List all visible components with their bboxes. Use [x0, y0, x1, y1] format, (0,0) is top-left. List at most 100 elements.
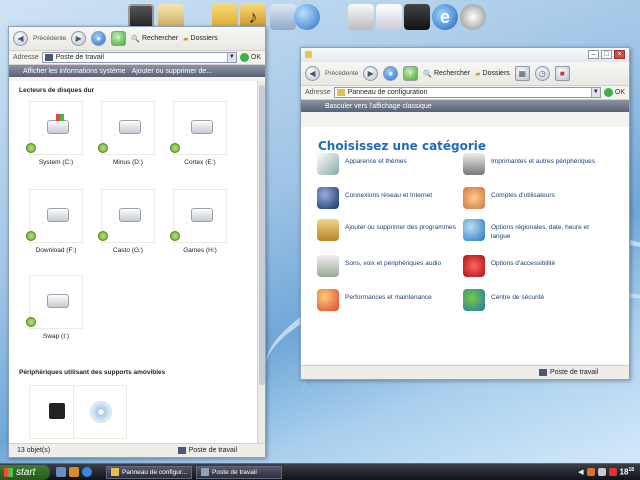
taskbar-control-panel[interactable]: Panneau de configur...	[106, 465, 192, 479]
hard-drive-icon	[47, 294, 69, 308]
globe-icon[interactable]	[294, 4, 320, 30]
folders-button[interactable]: ▰ Dossiers	[475, 70, 510, 78]
minimize-button[interactable]: –	[588, 50, 599, 59]
address-input[interactable]: Panneau de configuration ▼	[333, 87, 601, 98]
home-button[interactable]: ●	[383, 66, 399, 81]
go-button[interactable]: OK	[603, 88, 625, 97]
close-button[interactable]: ×	[614, 50, 625, 59]
status-location: Poste de travail	[177, 447, 237, 454]
object-count: 13 objet(s)	[17, 447, 51, 454]
back-button[interactable]: ◀	[305, 66, 320, 81]
views-button[interactable]: ▦	[514, 66, 530, 81]
removable-heading: Périphériques utilisant des supports amo…	[19, 369, 166, 376]
clock-icon[interactable]: ◷	[534, 66, 550, 81]
category-link[interactable]: Sons, voix et périphériques audio	[317, 255, 457, 277]
back-label: Précédente	[325, 70, 359, 77]
drive-tile[interactable]	[101, 189, 155, 243]
performance-icon	[317, 289, 339, 311]
tools-icon[interactable]	[270, 4, 296, 30]
play-icon[interactable]	[460, 4, 486, 30]
switch-view-bar: Basculer vers l'affichage classique	[301, 100, 629, 112]
address-bar: Adresse Poste de travail ▼ OK	[9, 51, 265, 65]
media-icon[interactable]	[69, 467, 79, 477]
dropdown-icon[interactable]: ▼	[226, 53, 236, 62]
network-icon[interactable]	[586, 468, 595, 476]
category-link[interactable]: Centre de sécurité	[463, 289, 603, 311]
tray-expand-icon[interactable]: ◀	[578, 468, 583, 476]
content-area: Lecteurs de disques dur System (C:) Minus…	[9, 81, 257, 443]
window-icon	[305, 51, 312, 58]
film-icon[interactable]	[404, 4, 430, 30]
up-button[interactable]: ↑	[111, 31, 127, 46]
clock[interactable]: 1818	[620, 467, 634, 477]
drive-tile[interactable]	[29, 101, 83, 155]
drive-tile[interactable]	[173, 189, 227, 243]
ie-icon[interactable]: e	[432, 4, 458, 30]
drive-tile[interactable]	[173, 101, 227, 155]
dropdown-icon[interactable]: ▼	[590, 88, 600, 97]
page-heading: Choisissez une catégorie	[318, 139, 487, 153]
category-link[interactable]: Options d'accessibilité	[463, 255, 603, 277]
show-desktop-icon[interactable]	[56, 467, 66, 477]
drive-label: System (C:)	[38, 159, 74, 166]
category-link[interactable]: Imprimantes et autres périphériques	[463, 153, 603, 175]
content-area: Choisissez une catégorie Apparence et th…	[301, 127, 629, 364]
taskbar: start Panneau de configur... Poste de tr…	[0, 463, 640, 480]
category-link[interactable]: Options régionales, date, heure et langu…	[463, 219, 603, 241]
mail-icon[interactable]	[376, 4, 402, 30]
cd-drive[interactable]	[73, 385, 127, 439]
task-bar: Afficher les informations système Ajoute…	[9, 65, 265, 77]
search-button[interactable]: 🔍 Rechercher	[131, 35, 178, 43]
scrollbar[interactable]	[257, 81, 265, 443]
windows-flag-icon	[56, 114, 64, 121]
category-link[interactable]: Apparence et thèmes	[317, 153, 457, 175]
drive-tile[interactable]	[101, 101, 155, 155]
category-link[interactable]: Comptes d'utilisateurs	[463, 187, 603, 209]
category-link[interactable]: Performances et maintenance	[317, 289, 457, 311]
computer-icon	[44, 54, 53, 61]
security-icon[interactable]	[608, 468, 617, 476]
regional-icon	[463, 219, 485, 241]
quick-launch	[56, 467, 92, 477]
maximize-button[interactable]: □	[601, 50, 612, 59]
ie-icon[interactable]	[82, 467, 92, 477]
category-link[interactable]: Connexions réseau et Internet	[317, 187, 457, 209]
my-computer-window: ◀ Précédente ▶ ● ↑ 🔍 Rechercher ▰ Dossiers…	[8, 26, 266, 458]
network-icon	[317, 187, 339, 209]
folders-icon: ▰	[183, 35, 189, 43]
address-label: Adresse	[13, 54, 39, 61]
drive-label: Cortex (E:)	[184, 159, 216, 166]
printer-icon	[463, 153, 485, 175]
forward-button[interactable]: ▶	[363, 66, 379, 81]
drive-tile[interactable]	[29, 189, 83, 243]
control-panel-icon	[336, 89, 345, 96]
start-button[interactable]: start	[0, 464, 50, 480]
go-button[interactable]: OK	[239, 53, 261, 62]
drive-label: Games (H:)	[183, 247, 217, 254]
back-button[interactable]: ◀	[13, 31, 28, 46]
control-panel-icon	[111, 468, 119, 476]
flag-icon[interactable]: ■	[554, 66, 570, 81]
users-icon	[463, 187, 485, 209]
home-button[interactable]: ●	[91, 31, 107, 46]
category-label: Connexions réseau et Internet	[345, 192, 433, 199]
add-remove-link[interactable]: Ajouter ou supprimer de...	[132, 68, 213, 75]
scroll-thumb[interactable]	[259, 85, 265, 385]
volume-icon[interactable]	[597, 468, 606, 476]
forward-button[interactable]: ▶	[71, 31, 87, 46]
drive-status-icon	[170, 231, 180, 241]
hard-drive-icon	[119, 120, 141, 134]
up-button[interactable]: ↑	[403, 66, 419, 81]
folders-button[interactable]: ▰ Dossiers	[183, 35, 218, 43]
drive-tile[interactable]	[29, 275, 83, 329]
taskbar-my-computer[interactable]: Poste de travail	[196, 465, 282, 479]
drive-status-icon	[26, 143, 36, 153]
go-icon	[603, 88, 613, 97]
address-input[interactable]: Poste de travail ▼	[41, 52, 237, 63]
control-icon[interactable]	[348, 4, 374, 30]
show-info-link[interactable]: Afficher les informations système	[23, 68, 126, 75]
category-label: Ajouter ou supprimer des programmes	[345, 224, 456, 231]
search-button[interactable]: 🔍 Rechercher	[423, 70, 470, 78]
category-link[interactable]: Ajouter ou supprimer des programmes	[317, 219, 457, 241]
switch-view-link[interactable]: Basculer vers l'affichage classique	[325, 103, 432, 110]
